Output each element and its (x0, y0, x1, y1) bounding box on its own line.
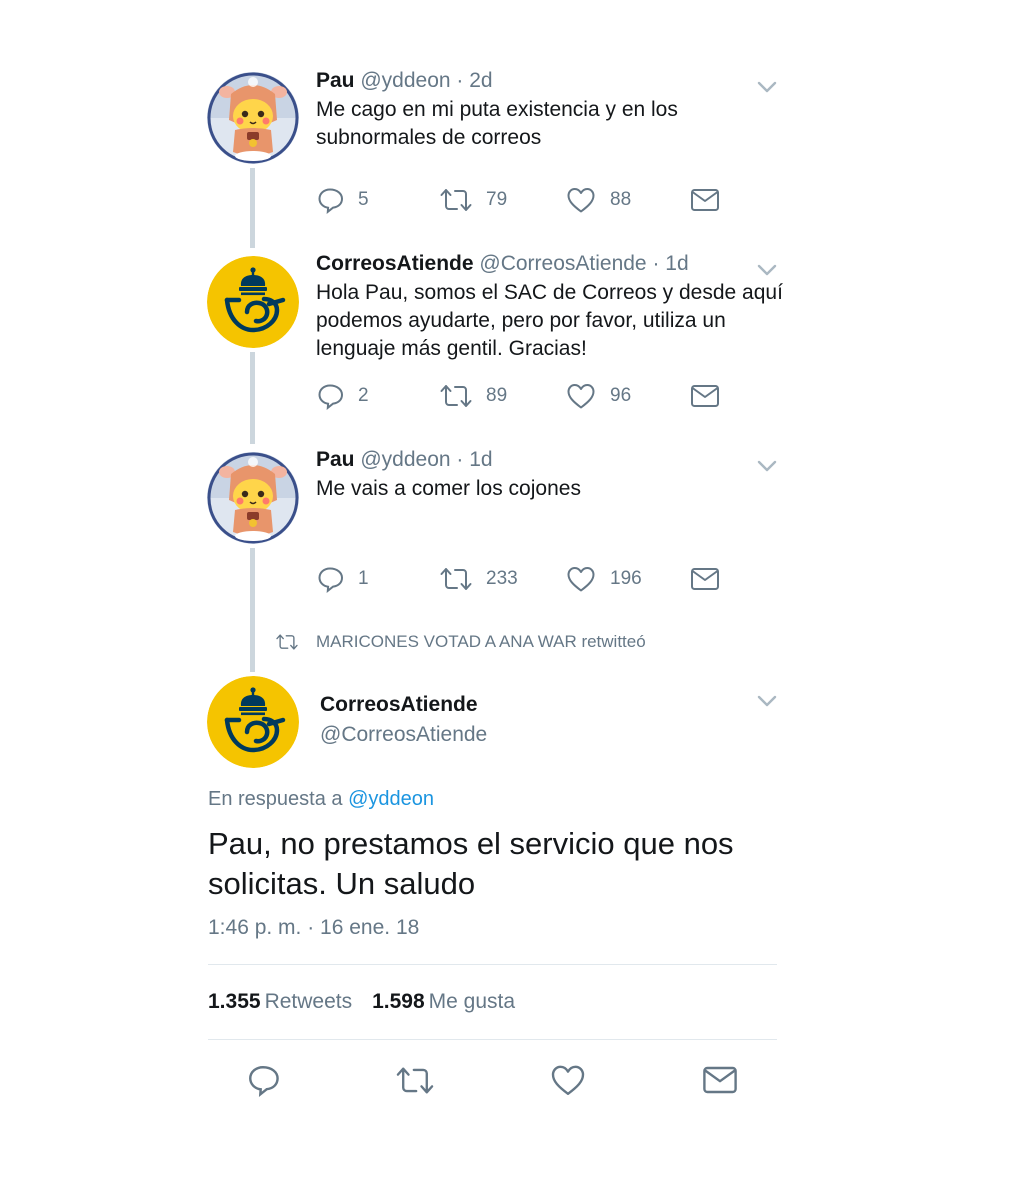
chevron-down-icon[interactable] (756, 693, 778, 709)
user-handle[interactable]: @yddeon (360, 69, 450, 92)
heart-icon (550, 1063, 586, 1097)
pikachu-costume-avatar-icon (207, 452, 299, 544)
retweet-icon (276, 632, 298, 652)
like-count: 96 (610, 385, 632, 406)
user-name[interactable]: Pau (316, 69, 355, 92)
retweet-button[interactable] (396, 1064, 434, 1096)
like-button[interactable]: 96 (566, 380, 631, 412)
tweet-stats: 1.355 Retweets 1.598 Me gusta (208, 990, 515, 1014)
like-count: 196 (610, 568, 642, 589)
main-user-name[interactable]: CorreosAtiende (320, 693, 478, 717)
avatar[interactable] (207, 256, 299, 348)
dm-button[interactable] (690, 380, 720, 412)
tweet-header: Pau @yddeon · 2d (316, 68, 493, 94)
tweet-actions: 2 89 96 (316, 380, 736, 412)
reply-icon (316, 186, 344, 214)
user-name[interactable]: CorreosAtiende (316, 252, 474, 275)
retweet-count: 89 (486, 385, 508, 406)
chevron-down-icon[interactable] (756, 262, 778, 278)
tweet-header: CorreosAtiende @CorreosAtiende · 1d (316, 251, 689, 277)
retweet-count: 233 (486, 568, 518, 589)
like-button[interactable] (550, 1064, 586, 1096)
retweet-button[interactable]: 89 (440, 380, 507, 412)
envelope-icon (690, 187, 720, 213)
correos-logo-icon (207, 256, 299, 348)
thread-line (250, 548, 255, 672)
retweets-stat[interactable]: 1.355 Retweets (208, 990, 352, 1013)
heart-icon (566, 186, 596, 214)
like-button[interactable]: 196 (566, 563, 642, 595)
avatar[interactable] (207, 676, 299, 768)
reply-count: 1 (358, 568, 369, 589)
reply-count: 2 (358, 385, 369, 406)
retweet-context-label: MARICONES VOTAD A ANA WAR retwitteó (316, 632, 646, 651)
dm-button[interactable] (690, 184, 720, 216)
tweet-text: Me vais a comer los cojones (316, 477, 581, 500)
reply-mention-link[interactable]: @yddeon (348, 788, 434, 810)
avatar[interactable] (207, 452, 299, 544)
retweet-count: 79 (486, 189, 508, 210)
retweet-icon (440, 186, 472, 214)
reply-icon (246, 1063, 280, 1097)
main-tweet-text: Pau, no prestamos el servicio que nos so… (208, 826, 734, 901)
retweet-total: 1.355 (208, 990, 261, 1013)
like-count: 88 (610, 189, 632, 210)
retweet-icon (396, 1064, 434, 1097)
tweet-time[interactable]: · 1d (456, 448, 492, 471)
chevron-down-icon[interactable] (756, 79, 778, 95)
tweet-text: Me cago en mi puta existencia y en los s… (316, 98, 678, 149)
reply-icon (316, 382, 344, 410)
reply-context: En respuesta a @yddeon (208, 788, 434, 811)
tweet-actions: 1 233 196 (316, 563, 736, 595)
retweet-button[interactable]: 79 (440, 184, 507, 216)
retweet-icon (440, 565, 472, 593)
like-button[interactable]: 88 (566, 184, 631, 216)
thread-line (250, 352, 255, 444)
user-handle[interactable]: @CorreosAtiende (479, 252, 646, 275)
pikachu-costume-avatar-icon (207, 72, 299, 164)
avatar[interactable] (207, 72, 299, 164)
heart-icon (566, 565, 596, 593)
retweet-icon (440, 382, 472, 410)
tweet-text: Hola Pau, somos el SAC de Correos y desd… (316, 281, 783, 360)
retweet-label: Retweets (264, 990, 353, 1013)
reply-prefix: En respuesta a (208, 788, 343, 810)
retweet-button[interactable]: 233 (440, 563, 518, 595)
tweet-actions: 5 79 88 (316, 184, 736, 216)
envelope-icon (690, 566, 720, 592)
user-handle[interactable]: @yddeon (360, 448, 450, 471)
reply-button[interactable]: 2 (316, 380, 369, 412)
tweet-time[interactable]: · 2d (456, 69, 492, 92)
tweet-header: Pau @yddeon · 1d (316, 447, 493, 473)
user-name[interactable]: Pau (316, 448, 355, 471)
reply-icon (316, 565, 344, 593)
heart-icon (566, 382, 596, 410)
reply-count: 5 (358, 189, 369, 210)
main-tweet-actions (246, 1064, 746, 1098)
reply-button[interactable]: 5 (316, 184, 369, 216)
retweet-context[interactable]: MARICONES VOTAD A ANA WAR retwitteó (276, 632, 646, 652)
like-total: 1.598 (372, 990, 425, 1013)
divider (208, 964, 777, 965)
reply-button[interactable]: 1 (316, 563, 369, 595)
envelope-icon (690, 383, 720, 409)
tweet-timestamp[interactable]: 1:46 p. m. · 16 ene. 18 (208, 916, 419, 940)
correos-logo-icon (207, 676, 299, 768)
dm-button[interactable] (702, 1064, 738, 1096)
thread-line (250, 168, 255, 248)
dm-button[interactable] (690, 563, 720, 595)
envelope-icon (702, 1064, 738, 1096)
reply-button[interactable] (246, 1064, 280, 1096)
tweet-time[interactable]: · 1d (652, 252, 688, 275)
like-label: Me gusta (428, 990, 516, 1013)
divider (208, 1039, 777, 1040)
main-user-handle[interactable]: @CorreosAtiende (320, 723, 487, 747)
chevron-down-icon[interactable] (756, 458, 778, 474)
likes-stat[interactable]: 1.598 Me gusta (372, 990, 515, 1013)
